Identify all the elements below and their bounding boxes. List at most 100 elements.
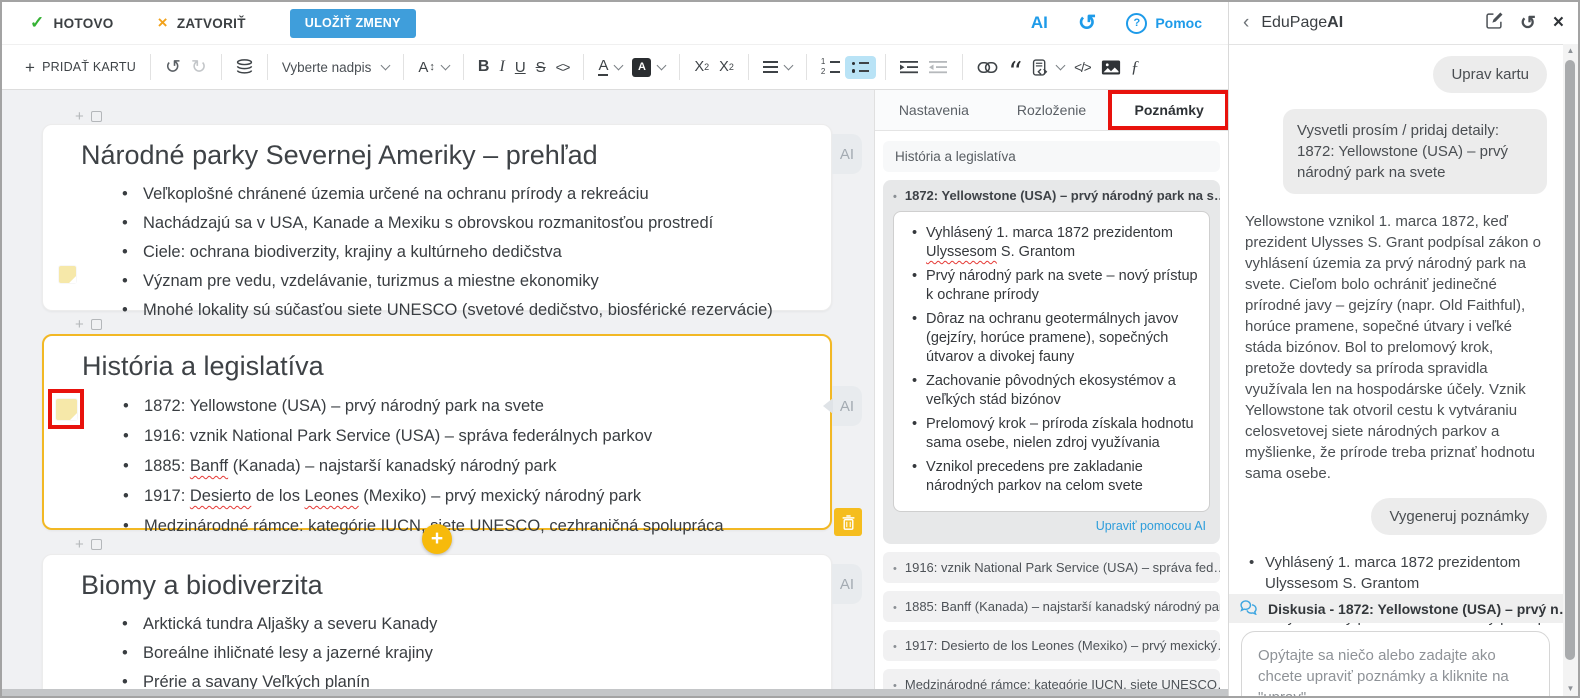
card-bullet[interactable]: Mnohé lokality sú súčasťou siete UNESCO … bbox=[143, 296, 801, 325]
card-bullet[interactable]: Boreálne ihličnaté lesy a jazerné krajin… bbox=[143, 639, 801, 668]
check-icon: ✓ bbox=[30, 13, 45, 33]
card-bullet[interactable]: Medzinárodné rámce: kategórie IUCN, siet… bbox=[144, 511, 800, 541]
card-bullet[interactable]: Veľkoplošné chránené územia určené na oc… bbox=[143, 180, 801, 209]
align-button[interactable] bbox=[758, 61, 797, 73]
note-content-box[interactable]: Vyhlásený 1. marca 1872 prezidentom Ulys… bbox=[893, 211, 1210, 512]
scroll-down-arrow[interactable]: ▼ bbox=[1563, 682, 1578, 696]
close-editor-button[interactable]: × ZATVORIŤ bbox=[158, 13, 246, 33]
indent-button[interactable] bbox=[924, 60, 953, 74]
chevron-down-icon bbox=[614, 61, 624, 71]
card-bullet[interactable]: 1872: Yellowstone (USA) – prvý národný p… bbox=[144, 391, 800, 421]
note-sticky-icon[interactable] bbox=[59, 266, 76, 283]
top-action-bar: ✓ HOTOVO × ZATVORIŤ ULOŽIŤ ZMENY AI ↺ ? … bbox=[2, 2, 1228, 44]
inline-code-button[interactable]: <> bbox=[551, 60, 575, 75]
numbered-list-button[interactable]: 1 2 bbox=[816, 59, 845, 75]
insert-card-between-widget[interactable]: + bbox=[75, 316, 102, 333]
image-button[interactable] bbox=[1096, 60, 1126, 75]
misspelled-word: Ulyssesom bbox=[926, 244, 997, 260]
blockquote-button[interactable]: “ bbox=[1003, 56, 1027, 78]
code-block-button[interactable]: </> bbox=[1069, 60, 1096, 75]
text-color-button[interactable]: A bbox=[593, 58, 627, 77]
chat-input-box[interactable] bbox=[1241, 631, 1550, 698]
card-bullet[interactable]: 1916: vznik National Park Service (USA) … bbox=[144, 421, 800, 451]
card-bullet[interactable]: Význam pre vedu, vzdelávanie, turizmus a… bbox=[143, 267, 801, 296]
heading-select[interactable]: Vyberte nadpis bbox=[277, 60, 395, 75]
card-biomes[interactable]: Biomy a biodiverzita Arktická tundra Alj… bbox=[42, 554, 832, 696]
heading-select-value: Vyberte nadpis bbox=[282, 60, 372, 75]
superscript-button[interactable]: X2 bbox=[689, 59, 714, 75]
subscript-button[interactable]: X2 bbox=[714, 59, 739, 75]
note-item-label: 1917: Desierto de los Leones (Mexiko) – … bbox=[905, 638, 1220, 653]
card-ai-tab[interactable]: AI bbox=[832, 564, 862, 604]
outdent-button[interactable] bbox=[895, 60, 924, 74]
card-bullet-list: Veľkoplošné chránené územia určené na oc… bbox=[43, 180, 831, 325]
card-ai-tab[interactable]: AI bbox=[832, 134, 862, 174]
note-sticky-icon[interactable] bbox=[56, 399, 77, 420]
scroll-up-arrow[interactable]: ▲ bbox=[1563, 44, 1578, 58]
done-button[interactable]: ✓ HOTOVO bbox=[30, 13, 114, 33]
close-panel-icon[interactable]: × bbox=[1553, 12, 1564, 34]
history-icon[interactable]: ↺ bbox=[1078, 12, 1096, 34]
help-button[interactable]: ? Pomoc bbox=[1126, 13, 1202, 34]
card-bullet[interactable]: Arktická tundra Aljašky a severu Kanady bbox=[143, 610, 801, 639]
generate-notes-chip[interactable]: Vygeneruj poznámky bbox=[1371, 498, 1547, 535]
insert-card-between-widget[interactable]: + bbox=[75, 536, 102, 553]
edit-card-chip[interactable]: Uprav kartu bbox=[1433, 56, 1547, 93]
note-bullet-list: Vyhlásený 1. marca 1872 prezidentom Ulys… bbox=[902, 224, 1199, 496]
formula-button[interactable]: ƒ bbox=[1126, 57, 1145, 77]
tab-rozlozenie[interactable]: Rozloženie bbox=[993, 90, 1111, 130]
save-changes-button[interactable]: ULOŽIŤ ZMENY bbox=[290, 9, 416, 38]
add-card-button[interactable]: + PRIDAŤ KARTU bbox=[20, 59, 141, 76]
card-overview[interactable]: Národné parky Severnej Ameriky – prehľad… bbox=[42, 124, 832, 311]
underline-button[interactable]: U bbox=[510, 59, 531, 76]
chat-input[interactable] bbox=[1256, 643, 1539, 698]
note-bullet: Zachovanie pôvodných ekosystémov a veľký… bbox=[926, 372, 1199, 410]
layers-icon[interactable] bbox=[231, 59, 258, 75]
note-item-active[interactable]: • 1872: Yellowstone (USA) – prvý národný… bbox=[883, 180, 1220, 209]
note-item[interactable]: •1917: Desierto de los Leones (Mexiko) –… bbox=[883, 630, 1220, 661]
chevron-down-icon bbox=[440, 61, 450, 71]
sup-base: X bbox=[694, 59, 704, 75]
discussion-header[interactable]: Diskusia - 1872: Yellowstone (USA) – prv… bbox=[1229, 594, 1563, 623]
card-bullet[interactable]: 1885: Banff (Kanada) – najstarší kanadsk… bbox=[144, 451, 800, 481]
card-bullet-list: 1872: Yellowstone (USA) – prvý národný p… bbox=[44, 391, 830, 541]
back-chevron-icon[interactable]: ‹ bbox=[1243, 12, 1249, 34]
note-item[interactable]: •1885: Banff (Kanada) – najstarší kanads… bbox=[883, 591, 1220, 622]
card-bullet[interactable]: Ciele: ochrana biodiverzity, krajiny a k… bbox=[143, 238, 801, 267]
undo-button[interactable]: ↺ bbox=[160, 56, 186, 79]
font-size-button[interactable]: A ↕ bbox=[413, 59, 454, 76]
ai-button[interactable]: AI bbox=[1031, 13, 1048, 33]
card-bullet[interactable]: 1917: Desierto de los Leones (Mexiko) – … bbox=[144, 481, 800, 511]
divider bbox=[962, 54, 963, 80]
scrollbar-thumb[interactable] bbox=[1565, 60, 1575, 660]
highlight-color-button[interactable]: A bbox=[627, 58, 670, 77]
tab-nastavenia[interactable]: Nastavenia bbox=[875, 90, 993, 130]
insert-card-above-widget[interactable]: + bbox=[75, 108, 102, 125]
bullet-list-icon bbox=[852, 62, 870, 73]
divider bbox=[403, 54, 404, 80]
slide-canvas[interactable]: + Národné parky Severnej Ameriky – prehľ… bbox=[2, 90, 874, 696]
delete-card-button[interactable] bbox=[834, 508, 862, 536]
card-bullet[interactable]: Nachádzajú sa v USA, Kanade a Mexiku s o… bbox=[143, 209, 801, 238]
edit-pencil-icon[interactable] bbox=[1486, 12, 1503, 34]
add-card-here-button[interactable]: + bbox=[422, 524, 452, 554]
card-ai-tab[interactable]: AI bbox=[832, 386, 862, 426]
card-history-selected[interactable]: História a legislatíva 1872: Yellowstone… bbox=[42, 334, 832, 530]
misspelled-word: Desierto bbox=[190, 487, 251, 505]
link-button[interactable] bbox=[972, 62, 1003, 73]
bullet-list-button-active[interactable] bbox=[845, 56, 877, 79]
history-icon[interactable]: ↺ bbox=[1520, 14, 1536, 33]
note-item[interactable]: •1916: vznik National Park Service (USA)… bbox=[883, 552, 1220, 583]
redo-button[interactable]: ↻ bbox=[186, 56, 212, 79]
strikethrough-button[interactable]: S bbox=[531, 59, 551, 76]
italic-button[interactable]: I bbox=[494, 58, 509, 76]
edit-with-ai-link[interactable]: Upraviť pomocou AI bbox=[883, 516, 1220, 542]
vertical-scrollbar[interactable]: ▲ ▼ bbox=[1563, 44, 1578, 696]
bullet-text: de los bbox=[251, 487, 304, 505]
horizontal-scrollbar[interactable] bbox=[2, 689, 1228, 696]
divider bbox=[806, 54, 807, 80]
card-title: Biomy a biodiverzita bbox=[43, 555, 831, 601]
bold-button[interactable]: B bbox=[473, 58, 495, 76]
snippet-template-button[interactable] bbox=[1027, 59, 1069, 76]
insert-plus-icon: + bbox=[75, 108, 84, 125]
